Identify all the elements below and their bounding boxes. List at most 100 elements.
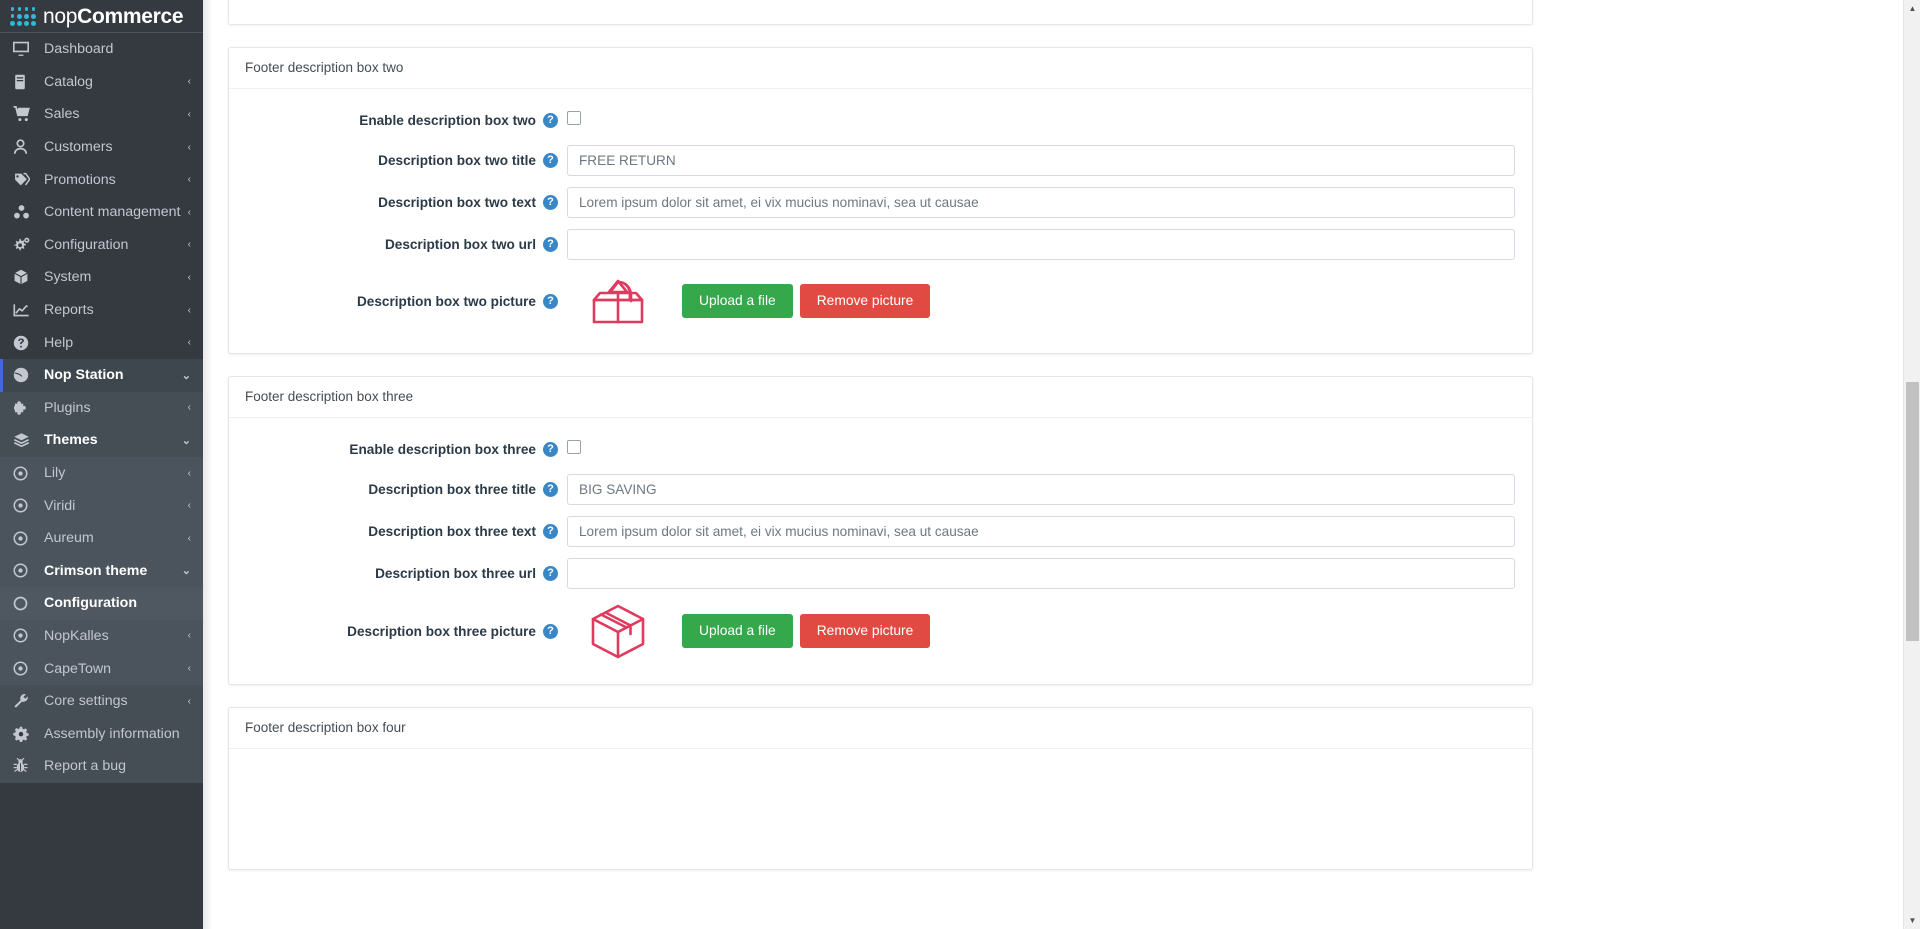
sidebar-item-catalog[interactable]: Catalog ‹	[0, 66, 203, 99]
sidebar-item-configuration[interactable]: Configuration ‹	[0, 229, 203, 262]
box-three-remove-picture-button[interactable]: Remove picture	[799, 614, 931, 648]
panel-two-body: Enable description box two ? Description…	[229, 89, 1532, 353]
box-three-title-control	[567, 474, 1515, 505]
sidebar-item-nop-station[interactable]: Nop Station ⌄	[0, 358, 203, 392]
enable-box-two-checkbox[interactable]	[567, 111, 581, 125]
help-icon[interactable]: ?	[543, 113, 558, 128]
brand-name-light: nop	[43, 4, 78, 28]
chart-icon	[13, 302, 35, 318]
box-two-text-control	[567, 187, 1515, 218]
dashboard-icon	[13, 41, 35, 57]
sidebar-item-assembly-information[interactable]: Assembly information	[0, 717, 203, 751]
sidebar-item-label: Help	[44, 334, 74, 351]
sidebar-item-crimson-theme[interactable]: Crimson theme ⌄	[0, 554, 203, 588]
box-three-url-input[interactable]	[567, 558, 1515, 589]
box-two-title-control	[567, 145, 1515, 176]
sidebar-item-core-settings[interactable]: Core settings ‹	[0, 684, 203, 718]
box-three-title-input[interactable]	[567, 474, 1515, 505]
help-icon[interactable]: ?	[543, 482, 558, 497]
content-inner: Footer description box two Enable descri…	[203, 0, 1920, 870]
sidebar-item-label: Catalog	[44, 73, 93, 90]
enable-box-three-control	[567, 440, 1515, 459]
sidebar-item-content-management[interactable]: Content management ‹	[0, 196, 203, 229]
sidebar-item-label: Assembly information	[44, 725, 180, 742]
sidebar-item-plugins[interactable]: Plugins ‹	[0, 391, 203, 425]
chevron-down-icon: ⌄	[181, 369, 191, 382]
sidebar-item-customers[interactable]: Customers ‹	[0, 131, 203, 164]
sidebar-item-nopkalles[interactable]: NopKalles ‹	[0, 619, 203, 653]
sidebar-item-themes[interactable]: Themes ⌄	[0, 424, 203, 457]
sidebar-item-label: Lily	[44, 465, 66, 482]
cog-icon	[13, 726, 35, 742]
sidebar-item-dashboard[interactable]: Dashboard	[0, 33, 203, 66]
enable-box-two-label-wrap: Enable description box two ?	[245, 113, 567, 128]
help-icon[interactable]: ?	[543, 237, 558, 252]
sidebar-item-label: CapeTown	[44, 660, 112, 677]
brand-title: nopCommerce	[43, 4, 184, 28]
scrollbar-down-arrow[interactable]: ▼	[1904, 912, 1920, 929]
sidebar-item-configuration[interactable]: Configuration	[0, 587, 203, 620]
open-box-with-arrow-icon	[577, 271, 659, 331]
enable-box-three-row: Enable description box three ?	[245, 436, 1516, 463]
sidebar-item-label: Aureum	[44, 530, 94, 547]
box-three-title-label: Description box three title	[368, 482, 536, 497]
chevron-left-icon: ‹	[187, 141, 191, 153]
sidebar-item-label: Configuration	[44, 595, 137, 612]
chevron-left-icon: ‹	[187, 532, 191, 544]
enable-box-two-row: Enable description box two ?	[245, 107, 1516, 134]
sidebar-item-viridi[interactable]: Viridi ‹	[0, 489, 203, 522]
sidebar-item-promotions[interactable]: Promotions ‹	[0, 163, 203, 196]
sidebar-item-capetown[interactable]: CapeTown ‹	[0, 652, 203, 685]
help-icon[interactable]: ?	[543, 153, 558, 168]
sidebar-item-help[interactable]: Help ‹	[0, 326, 203, 359]
sidebar-item-sales[interactable]: Sales ‹	[0, 98, 203, 131]
sidebar-item-report-a-bug[interactable]: Report a bug	[0, 750, 203, 783]
enable-box-three-label-wrap: Enable description box three ?	[245, 442, 567, 457]
box-two-text-input[interactable]	[567, 187, 1515, 218]
box-three-text-label: Description box three text	[368, 524, 536, 539]
enable-box-three-checkbox[interactable]	[567, 440, 581, 454]
browser-scrollbar[interactable]: ▲ ▼	[1903, 0, 1920, 929]
box-three-title-row: Description box three title ?	[245, 474, 1516, 505]
sidebar-item-reports[interactable]: Reports ‹	[0, 294, 203, 327]
help-icon[interactable]: ?	[543, 524, 558, 539]
box-two-upload-file-button[interactable]: Upload a file	[682, 284, 793, 318]
box-two-text-row: Description box two text ?	[245, 187, 1516, 218]
brand-logo-header[interactable]: nopCommerce	[0, 0, 203, 33]
box-two-url-input[interactable]	[567, 229, 1515, 260]
sidebar-item-label: NopKalles	[44, 627, 109, 644]
catalog-icon	[13, 74, 35, 90]
enable-box-three-label: Enable description box three	[349, 442, 536, 457]
nopstation-icon	[13, 367, 35, 383]
help-icon[interactable]: ?	[543, 195, 558, 210]
sidebar-item-label: Sales	[44, 106, 80, 123]
chevron-down-icon: ⌄	[181, 434, 191, 447]
panel-two-title: Footer description box two	[229, 48, 1532, 89]
box-three-picture-control: Upload a file Remove picture	[567, 600, 1515, 662]
box-three-upload-file-button[interactable]: Upload a file	[682, 614, 793, 648]
user-icon	[13, 139, 35, 155]
box-two-text-label: Description box two text	[378, 195, 536, 210]
sidebar-item-label: Content management	[44, 204, 181, 221]
sidebar-item-lily[interactable]: Lily ‹	[0, 456, 203, 490]
dot-circle-icon	[13, 563, 35, 578]
sidebar-item-label: Report a bug	[44, 758, 127, 775]
sidebar-nav: Dashboard Catalog ‹ Sales ‹ Customers ‹ Promoti…	[0, 33, 203, 783]
box-three-url-row: Description box three url ?	[245, 558, 1516, 589]
box-two-text-label-wrap: Description box two text ?	[245, 195, 567, 210]
box-two-title-input[interactable]	[567, 145, 1515, 176]
box-three-text-input[interactable]	[567, 516, 1515, 547]
scrollbar-thumb[interactable]	[1906, 382, 1919, 641]
help-icon[interactable]: ?	[543, 566, 558, 581]
sidebar-item-aureum[interactable]: Aureum ‹	[0, 521, 203, 555]
box-three-title-label-wrap: Description box three title ?	[245, 482, 567, 497]
box-two-remove-picture-button[interactable]: Remove picture	[799, 284, 931, 318]
scrollbar-up-arrow[interactable]: ▲	[1904, 0, 1920, 17]
chevron-left-icon: ‹	[187, 76, 191, 88]
app-root: nopCommerce Dashboard Catalog ‹ Sales ‹ Custo…	[0, 0, 1920, 929]
sidebar-item-system[interactable]: System ‹	[0, 261, 203, 294]
help-icon[interactable]: ?	[543, 293, 558, 309]
chevron-left-icon: ‹	[187, 337, 191, 349]
help-icon[interactable]: ?	[543, 623, 558, 639]
help-icon[interactable]: ?	[543, 442, 558, 457]
